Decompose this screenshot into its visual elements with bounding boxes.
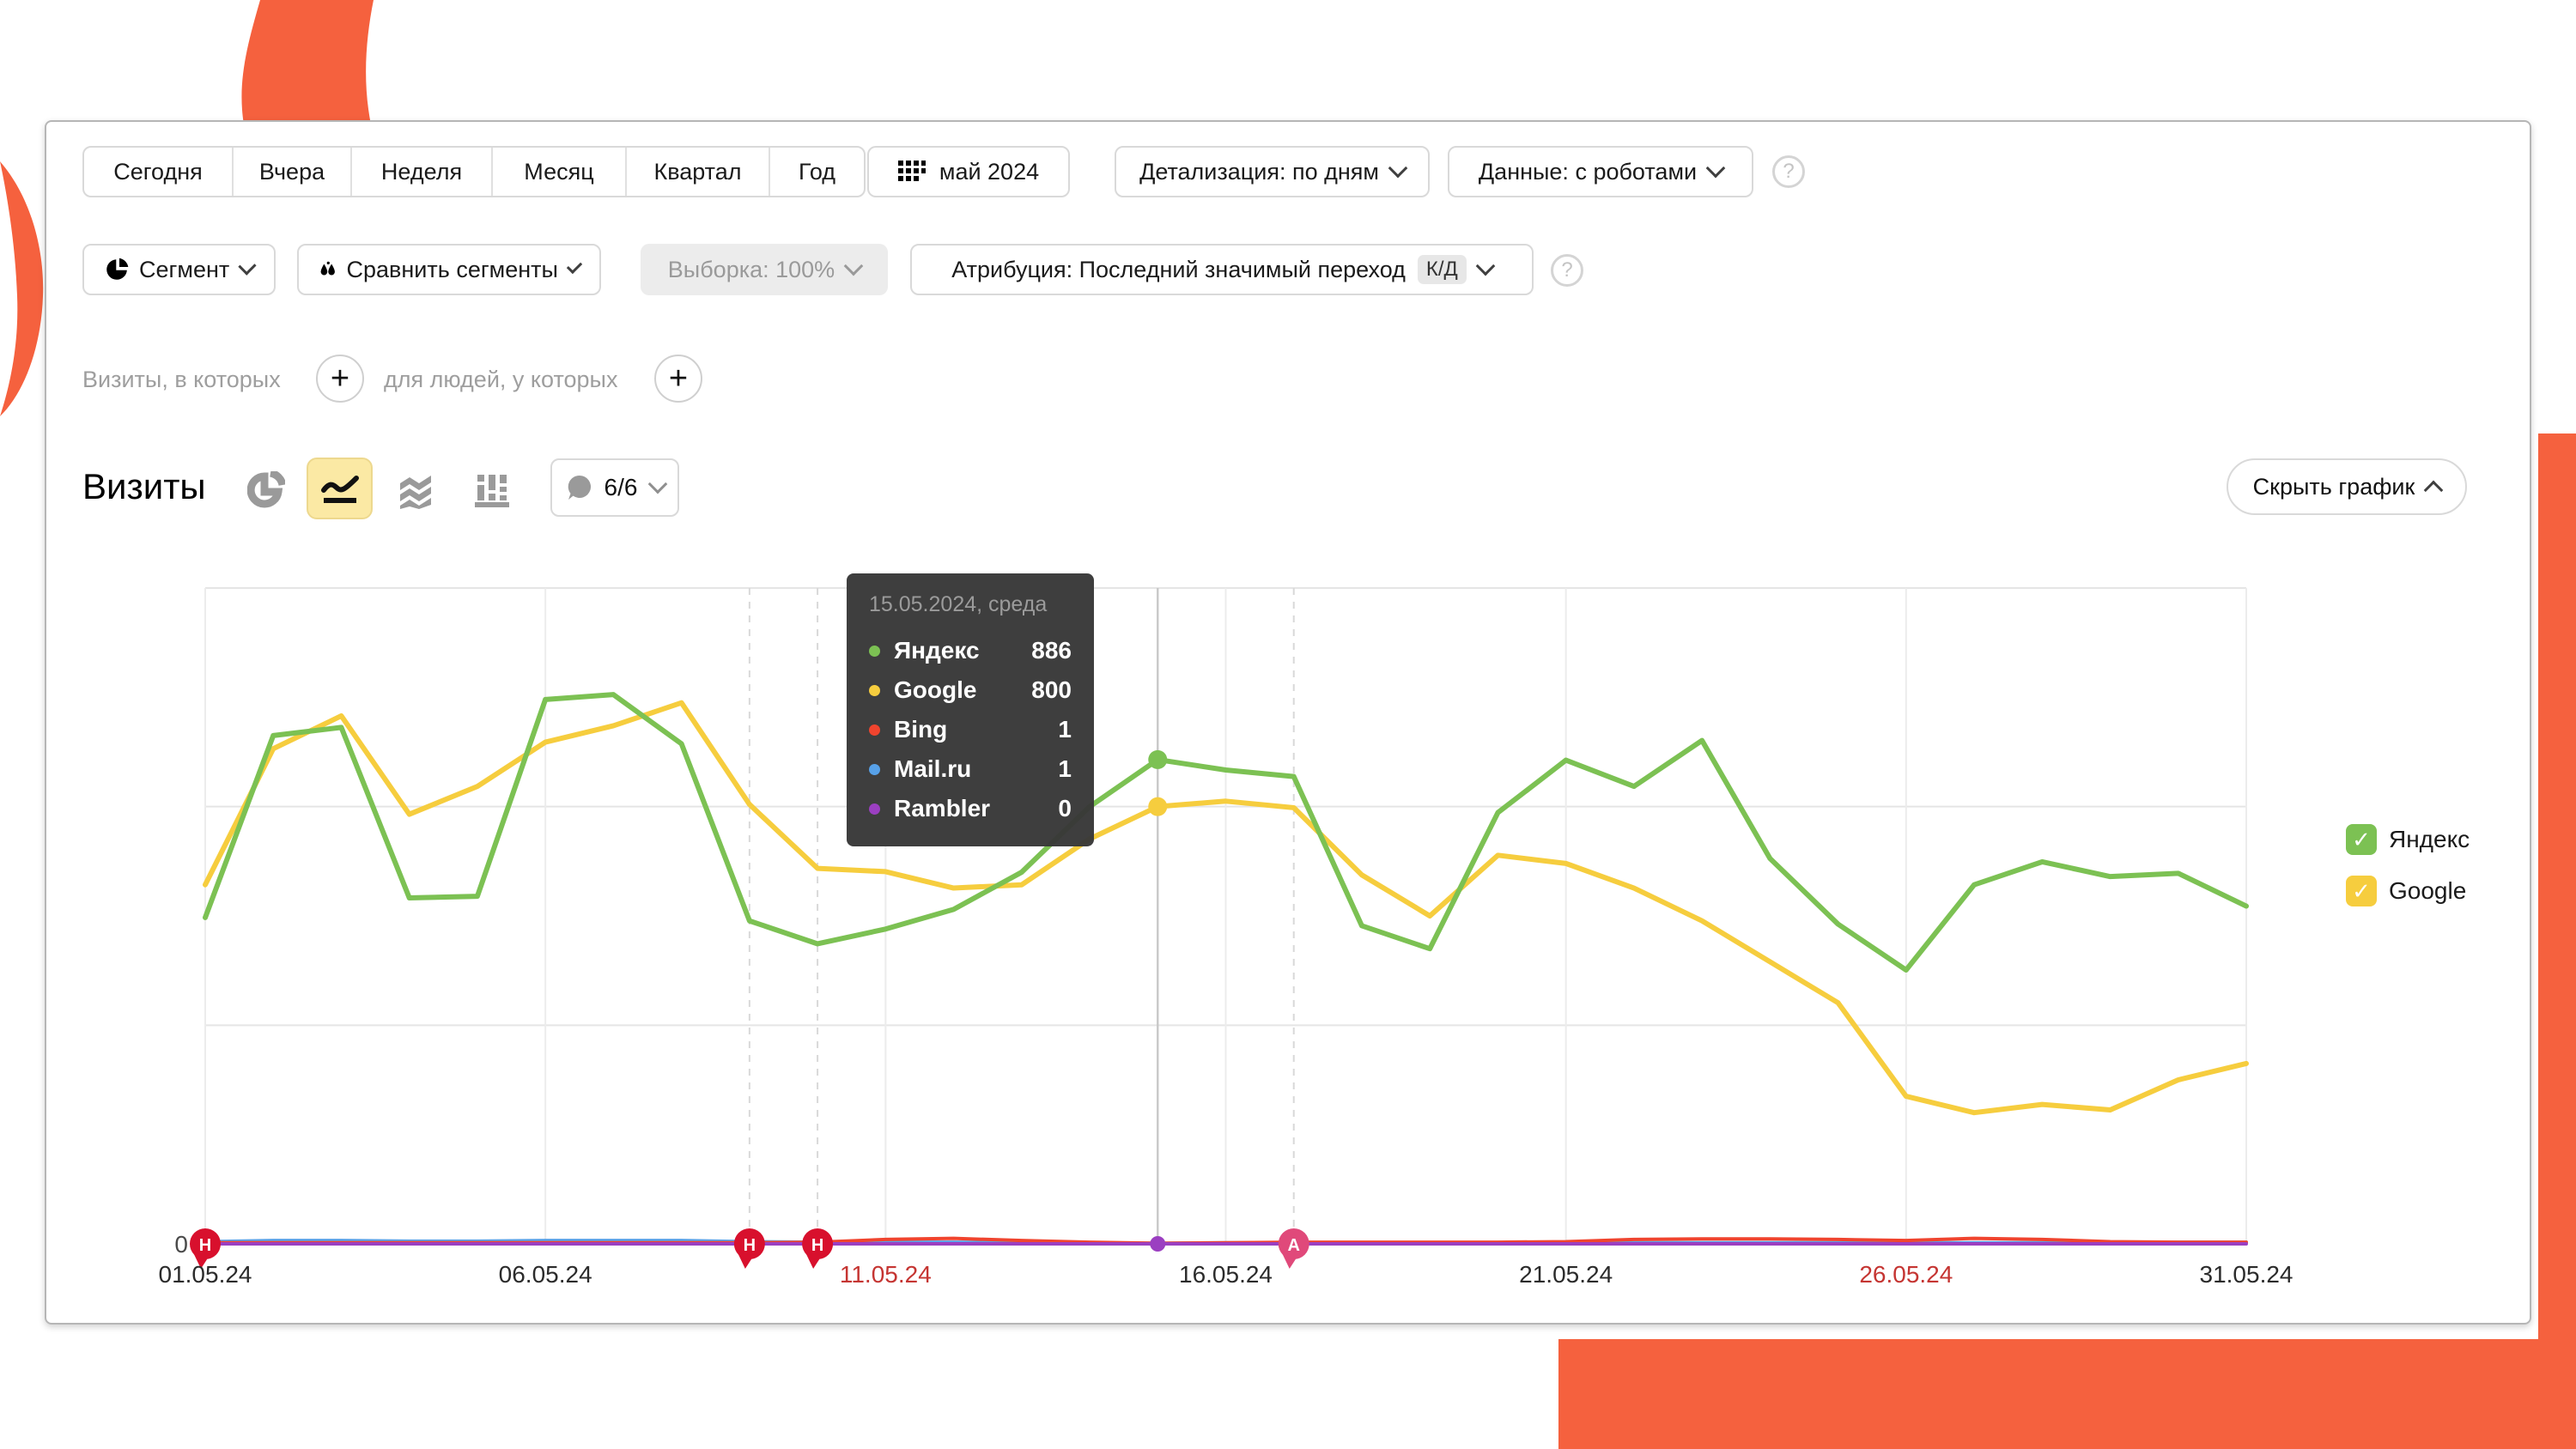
tooltip-series-value: 886 <box>1031 637 1072 664</box>
preset-yesterday-button[interactable]: Вчера <box>234 148 352 196</box>
help-icon[interactable]: ? <box>1772 155 1805 188</box>
calendar-button[interactable]: май 2024 <box>867 146 1070 197</box>
detail-dropdown[interactable]: Детализация: по дням <box>1115 146 1430 197</box>
people-filter-label: для людей, у которых <box>384 367 617 393</box>
visits-filter-label: Визиты, в которых <box>82 367 281 393</box>
data-mode-label: Данные: с роботами <box>1479 159 1697 185</box>
tooltip-date: 15.05.2024, среда <box>869 592 1072 617</box>
chevron-down-icon <box>648 475 668 494</box>
preset-year-button[interactable]: Год <box>770 148 864 196</box>
legend-label-yandex: Яндекс <box>2389 826 2470 853</box>
add-people-filter-button[interactable]: + <box>654 355 702 403</box>
legend-item-yandex[interactable]: ✓ Яндекс <box>2346 824 2470 855</box>
tooltip-row: Google 800 <box>869 670 1072 710</box>
data-mode-dropdown[interactable]: Данные: с роботами <box>1448 146 1753 197</box>
tooltip-row: Rambler 0 <box>869 789 1072 828</box>
attribution-dropdown[interactable]: Атрибуция: Последний значимый переход К/… <box>910 244 1534 295</box>
sampling-label: Выборка: 100% <box>668 257 835 283</box>
line-chart-type-button[interactable] <box>307 458 373 519</box>
tooltip-row: Bing 1 <box>869 710 1072 749</box>
comment-bubble-icon <box>565 473 594 502</box>
tooltip-series-value: 1 <box>1058 755 1072 783</box>
svg-text:16.05.24: 16.05.24 <box>1179 1261 1273 1288</box>
chart-tooltip: 15.05.2024, среда Яндекс 886 Google 800 … <box>847 573 1094 846</box>
preset-quarter-button[interactable]: Квартал <box>627 148 770 196</box>
help-icon[interactable]: ? <box>1551 254 1583 287</box>
tooltip-series-name: Bing <box>894 716 1058 743</box>
chevron-down-icon <box>239 257 257 275</box>
visits-chart[interactable]: Н Н Н А 01.05.24 06.05.24 11.05.24 16.05.24 21.0… <box>155 584 2318 1305</box>
tooltip-row: Mail.ru 1 <box>869 749 1072 789</box>
checkbox-google[interactable]: ✓ <box>2346 876 2377 906</box>
checkbox-yandex[interactable]: ✓ <box>2346 824 2377 855</box>
legend-label-google: Google <box>2389 877 2466 905</box>
hide-chart-button[interactable]: Скрыть график <box>2227 458 2467 515</box>
compare-segments-label: Сравнить сегменты <box>347 257 558 283</box>
chevron-down-icon <box>1475 257 1495 276</box>
calendar-grid-icon <box>898 159 926 185</box>
svg-text:Н: Н <box>199 1236 211 1255</box>
series-dot-rambler <box>869 803 880 815</box>
legend-item-google[interactable]: ✓ Google <box>2346 876 2466 906</box>
tooltip-series-value: 0 <box>1058 795 1072 822</box>
compare-segments-dropdown[interactable]: Сравнить сегменты <box>297 244 601 295</box>
svg-text:11.05.24: 11.05.24 <box>840 1261 932 1288</box>
compare-drops-icon <box>319 254 337 285</box>
svg-text:0: 0 <box>174 1231 188 1258</box>
tooltip-series-value: 1 <box>1058 716 1072 743</box>
chevron-down-icon <box>844 257 864 276</box>
annotations-count: 6/6 <box>605 474 638 501</box>
chevron-down-icon <box>1388 159 1408 179</box>
detail-label: Детализация: по дням <box>1139 159 1379 185</box>
preset-today-button[interactable]: Сегодня <box>84 148 234 196</box>
svg-text:Н: Н <box>744 1236 756 1255</box>
chevron-down-icon <box>1706 159 1726 179</box>
series-dot-bing <box>869 724 880 736</box>
date-preset-group: Сегодня Вчера Неделя Месяц Квартал Год <box>82 146 866 197</box>
tooltip-series-name: Rambler <box>894 795 1058 822</box>
line-chart-icon <box>320 470 360 507</box>
calendar-month-label: май 2024 <box>939 159 1039 185</box>
tooltip-series-value: 800 <box>1031 676 1072 704</box>
preset-month-button[interactable]: Месяц <box>493 148 627 196</box>
series-dot-yandex <box>869 646 880 657</box>
segment-dropdown[interactable]: Сегмент <box>82 244 276 295</box>
svg-text:А: А <box>1288 1236 1300 1255</box>
attribution-label: Атрибуция: Последний значимый переход <box>951 257 1406 283</box>
annotations-dropdown[interactable]: 6/6 <box>550 458 679 517</box>
tooltip-series-name: Яндекс <box>894 637 1031 664</box>
hide-chart-label: Скрыть график <box>2253 474 2415 500</box>
pie-chart-type-icon[interactable] <box>247 471 285 509</box>
svg-text:Н: Н <box>811 1236 823 1255</box>
svg-text:01.05.24: 01.05.24 <box>159 1261 252 1288</box>
svg-text:21.05.24: 21.05.24 <box>1519 1261 1613 1288</box>
preset-week-button[interactable]: Неделя <box>352 148 493 196</box>
svg-text:26.05.24: 26.05.24 <box>1859 1261 1953 1288</box>
series-dot-mailru <box>869 764 880 775</box>
tooltip-series-name: Google <box>894 676 1031 704</box>
svg-text:06.05.24: 06.05.24 <box>499 1261 592 1288</box>
column-chart-type-icon[interactable] <box>473 471 511 509</box>
segment-label: Сегмент <box>139 257 229 283</box>
svg-text:31.05.24: 31.05.24 <box>2200 1261 2293 1288</box>
tooltip-row: Яндекс 886 <box>869 631 1072 670</box>
chevron-down-icon <box>567 258 582 274</box>
add-visits-filter-button[interactable]: + <box>316 355 364 403</box>
chevron-up-icon <box>2424 481 2444 500</box>
attribution-badge: К/Д <box>1418 255 1467 284</box>
chart-title: Визиты <box>82 466 206 507</box>
tooltip-series-name: Mail.ru <box>894 755 1058 783</box>
pie-segment-icon <box>105 255 129 284</box>
stacked-area-type-icon[interactable] <box>397 471 434 509</box>
sampling-dropdown[interactable]: Выборка: 100% <box>641 244 888 295</box>
series-dot-google <box>869 685 880 696</box>
